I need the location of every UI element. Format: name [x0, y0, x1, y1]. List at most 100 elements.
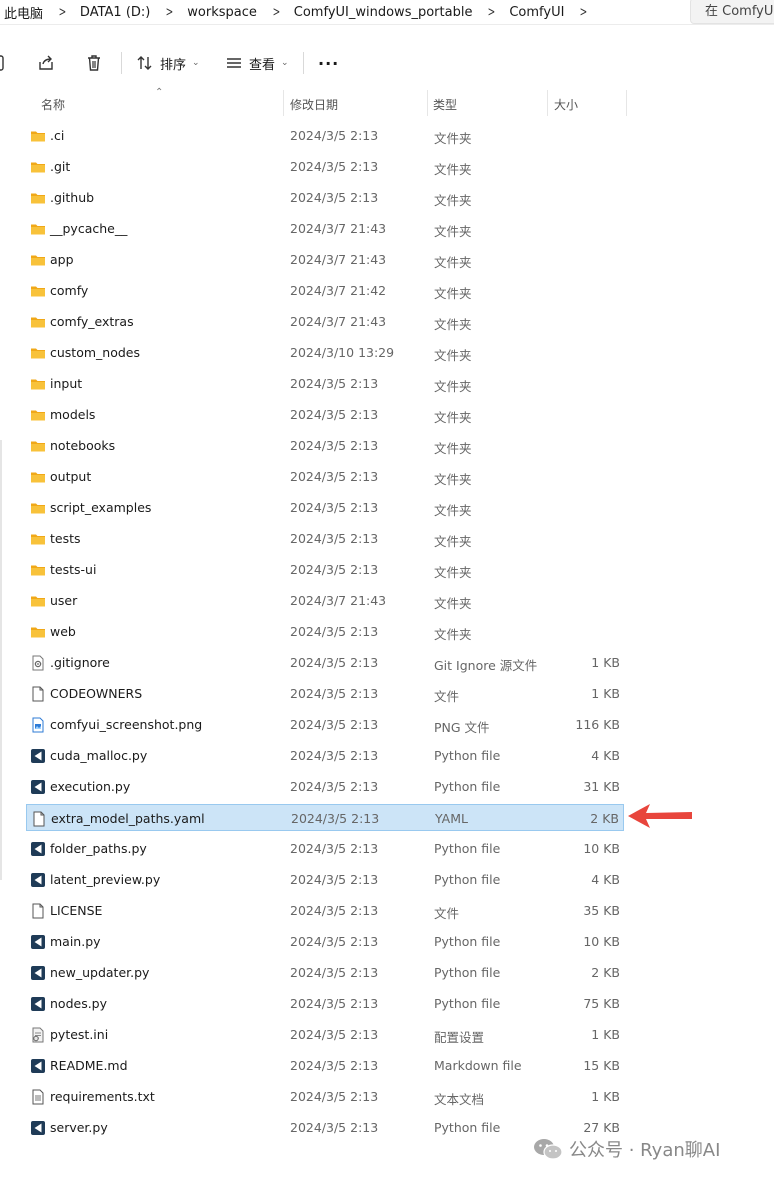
- file-row-selected[interactable]: extra_model_paths.yaml 2024/3/5 2:13 YAML 2…: [26, 804, 624, 831]
- file-row[interactable]: custom_nodes 2024/3/10 13:29 文件夹: [26, 339, 624, 366]
- column-divider[interactable]: [283, 90, 284, 116]
- chevron-right-icon[interactable]: >: [574, 5, 593, 20]
- folder-icon: [30, 407, 46, 423]
- column-header-type[interactable]: 类型: [433, 96, 457, 113]
- view-button[interactable]: 查看 ⌄: [225, 52, 289, 74]
- folder-icon: [30, 624, 46, 640]
- file-row[interactable]: user 2024/3/7 21:43 文件夹: [26, 587, 624, 614]
- file-row[interactable]: cuda_malloc.py 2024/3/5 2:13 Python file 4 …: [26, 742, 624, 769]
- blank-file-icon: [30, 686, 46, 702]
- file-row[interactable]: main.py 2024/3/5 2:13 Python file 10 KB: [26, 928, 624, 955]
- file-name: requirements.txt: [50, 1089, 155, 1104]
- folder-icon: [30, 345, 46, 361]
- file-row[interactable]: input 2024/3/5 2:13 文件夹: [26, 370, 624, 397]
- column-divider[interactable]: [427, 90, 428, 116]
- file-row[interactable]: nodes.py 2024/3/5 2:13 Python file 75 KB: [26, 990, 624, 1017]
- file-date: 2024/3/5 2:13: [290, 872, 379, 887]
- search-input[interactable]: 在 ComfyUI: [690, 0, 774, 24]
- folder-icon: [30, 252, 46, 268]
- file-row[interactable]: requirements.txt 2024/3/5 2:13 文本文档 1 KB: [26, 1083, 624, 1110]
- file-size: 4 KB: [591, 748, 620, 763]
- delete-button[interactable]: [85, 52, 103, 74]
- file-date: 2024/3/5 2:13: [290, 531, 379, 546]
- file-size: 75 KB: [583, 996, 620, 1011]
- file-row[interactable]: execution.py 2024/3/5 2:13 Python file 31 K…: [26, 773, 624, 800]
- file-row[interactable]: .github 2024/3/5 2:13 文件夹: [26, 184, 624, 211]
- scrollbar-track[interactable]: [0, 440, 2, 880]
- column-divider[interactable]: [547, 90, 548, 116]
- file-type: 文件夹: [434, 162, 472, 177]
- file-name: user: [50, 593, 78, 608]
- file-size: 1 KB: [591, 1089, 620, 1104]
- folder-icon: [30, 593, 46, 609]
- sort-button[interactable]: 排序 ⌄: [136, 52, 200, 74]
- chevron-right-icon[interactable]: >: [160, 5, 179, 20]
- breadcrumb-workspace[interactable]: workspace: [183, 5, 263, 20]
- file-type: 文件夹: [434, 348, 472, 363]
- file-size: 35 KB: [583, 903, 620, 918]
- sort-ascending-icon: ⌃: [155, 87, 164, 98]
- file-row[interactable]: .git 2024/3/5 2:13 文件夹: [26, 153, 624, 180]
- file-row[interactable]: .ci 2024/3/5 2:13 文件夹: [26, 122, 624, 149]
- file-type: 文件夹: [434, 193, 472, 208]
- text-file-icon: [30, 1089, 46, 1105]
- address-bar[interactable]: 此电脑 > DATA1 (D:) > workspace > ComfyUI_w…: [0, 0, 774, 25]
- breadcrumb-comfyui-portable[interactable]: ComfyUI_windows_portable: [290, 5, 479, 20]
- column-header-size[interactable]: 大小: [554, 96, 578, 113]
- file-date: 2024/3/5 2:13: [290, 376, 379, 391]
- file-row[interactable]: latent_preview.py 2024/3/5 2:13 Python fil…: [26, 866, 624, 893]
- breadcrumb-data1[interactable]: DATA1 (D:): [76, 5, 156, 20]
- chevron-right-icon[interactable]: >: [482, 5, 501, 20]
- file-date: 2024/3/5 2:13: [290, 562, 379, 577]
- breadcrumb-this-pc[interactable]: 此电脑: [0, 3, 49, 22]
- gear-file-icon: [30, 655, 46, 671]
- file-size: 116 KB: [575, 717, 620, 732]
- file-size: 1 KB: [591, 655, 620, 670]
- folder-icon: [30, 314, 46, 330]
- file-name: main.py: [50, 934, 101, 949]
- column-divider[interactable]: [626, 90, 627, 116]
- chevron-down-icon: ⌄: [281, 58, 289, 68]
- file-name: output: [50, 469, 92, 484]
- share-button[interactable]: [37, 52, 55, 74]
- chevron-right-icon[interactable]: >: [267, 5, 286, 20]
- rename-icon[interactable]: [0, 52, 6, 74]
- breadcrumb-comfyui[interactable]: ComfyUI: [505, 5, 570, 20]
- file-type: 文件夹: [434, 255, 472, 270]
- file-row[interactable]: models 2024/3/5 2:13 文件夹: [26, 401, 624, 428]
- column-header-date[interactable]: 修改日期: [290, 96, 338, 113]
- file-row[interactable]: comfy 2024/3/7 21:42 文件夹: [26, 277, 624, 304]
- file-date: 2024/3/5 2:13: [290, 965, 379, 980]
- file-name: input: [50, 376, 83, 391]
- chevron-right-icon[interactable]: >: [53, 5, 72, 20]
- file-row[interactable]: LICENSE 2024/3/5 2:13 文件 35 KB: [26, 897, 624, 924]
- python-file-icon: [30, 748, 46, 764]
- file-row[interactable]: app 2024/3/7 21:43 文件夹: [26, 246, 624, 273]
- column-header-name[interactable]: 名称: [41, 96, 65, 113]
- file-row[interactable]: comfyui_screenshot.png 2024/3/5 2:13 PNG 文…: [26, 711, 624, 738]
- file-row[interactable]: tests-ui 2024/3/5 2:13 文件夹: [26, 556, 624, 583]
- file-type: 文件夹: [434, 441, 472, 456]
- file-row[interactable]: pytest.ini 2024/3/5 2:13 配置设置 1 KB: [26, 1021, 624, 1048]
- file-type: 文件夹: [434, 286, 472, 301]
- folder-icon: [30, 128, 46, 144]
- file-row[interactable]: comfy_extras 2024/3/7 21:43 文件夹: [26, 308, 624, 335]
- file-date: 2024/3/5 2:13: [290, 686, 379, 701]
- file-row[interactable]: __pycache__ 2024/3/7 21:43 文件夹: [26, 215, 624, 242]
- file-row[interactable]: CODEOWNERS 2024/3/5 2:13 文件 1 KB: [26, 680, 624, 707]
- file-name: server.py: [50, 1120, 108, 1135]
- file-row[interactable]: output 2024/3/5 2:13 文件夹: [26, 463, 624, 490]
- file-row[interactable]: folder_paths.py 2024/3/5 2:13 Python file 1…: [26, 835, 624, 862]
- folder-icon: [30, 376, 46, 392]
- file-row[interactable]: web 2024/3/5 2:13 文件夹: [26, 618, 624, 645]
- file-row[interactable]: tests 2024/3/5 2:13 文件夹: [26, 525, 624, 552]
- file-row[interactable]: README.md 2024/3/5 2:13 Markdown file 15 KB: [26, 1052, 624, 1079]
- file-size: 1 KB: [591, 1027, 620, 1042]
- file-row[interactable]: script_examples 2024/3/5 2:13 文件夹: [26, 494, 624, 521]
- file-row[interactable]: .gitignore 2024/3/5 2:13 Git Ignore 源文件 1 K…: [26, 649, 624, 676]
- more-options-button[interactable]: ···: [318, 52, 339, 74]
- file-name: __pycache__: [50, 221, 128, 236]
- file-row[interactable]: new_updater.py 2024/3/5 2:13 Python file 2 …: [26, 959, 624, 986]
- file-row[interactable]: notebooks 2024/3/5 2:13 文件夹: [26, 432, 624, 459]
- file-type: 文件夹: [434, 472, 472, 487]
